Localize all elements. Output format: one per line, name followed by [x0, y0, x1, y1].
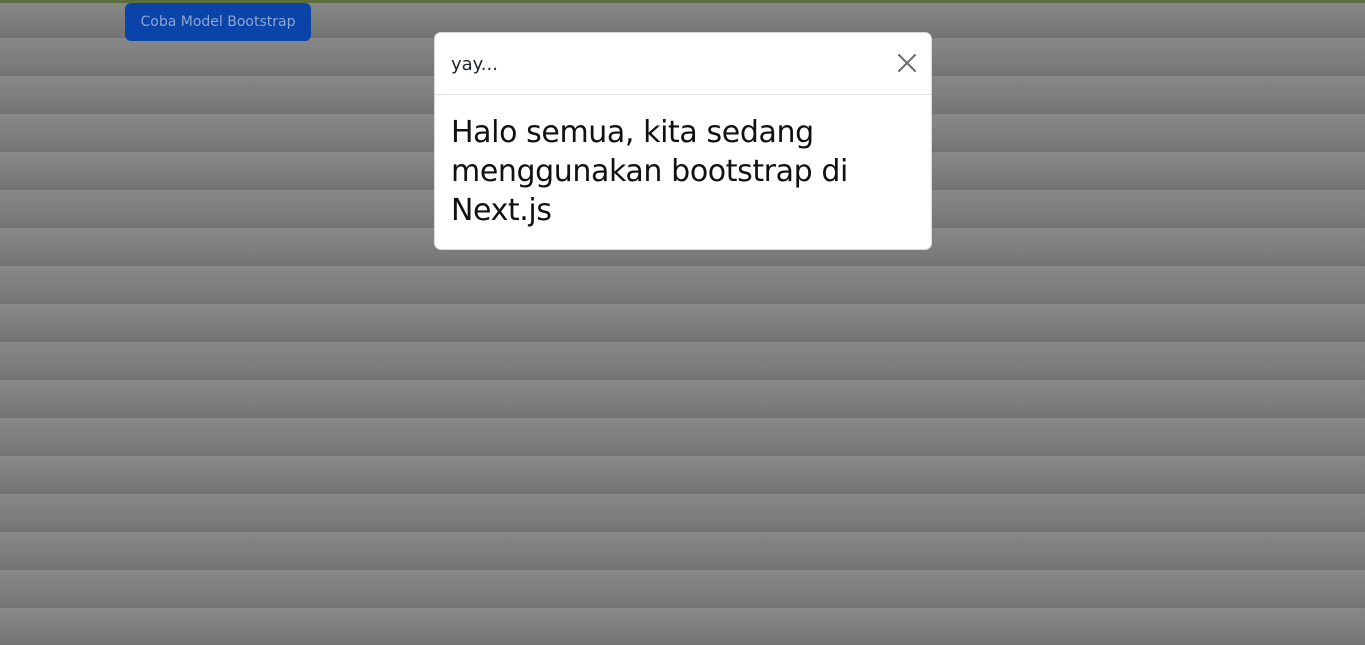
modal-close-button[interactable]: [893, 49, 921, 77]
modal-title: yay...: [451, 54, 498, 75]
modal-body-text: Halo semua, kita sedang menggunakan boot…: [451, 115, 848, 228]
modal-body: Halo semua, kita sedang menggunakan boot…: [451, 113, 891, 230]
modal-dialog: yay... Halo semua, kita sedang menggunak…: [434, 32, 932, 250]
modal-header: yay...: [435, 33, 931, 95]
open-modal-button[interactable]: Coba Model Bootstrap: [125, 3, 311, 41]
close-icon: [893, 49, 921, 77]
